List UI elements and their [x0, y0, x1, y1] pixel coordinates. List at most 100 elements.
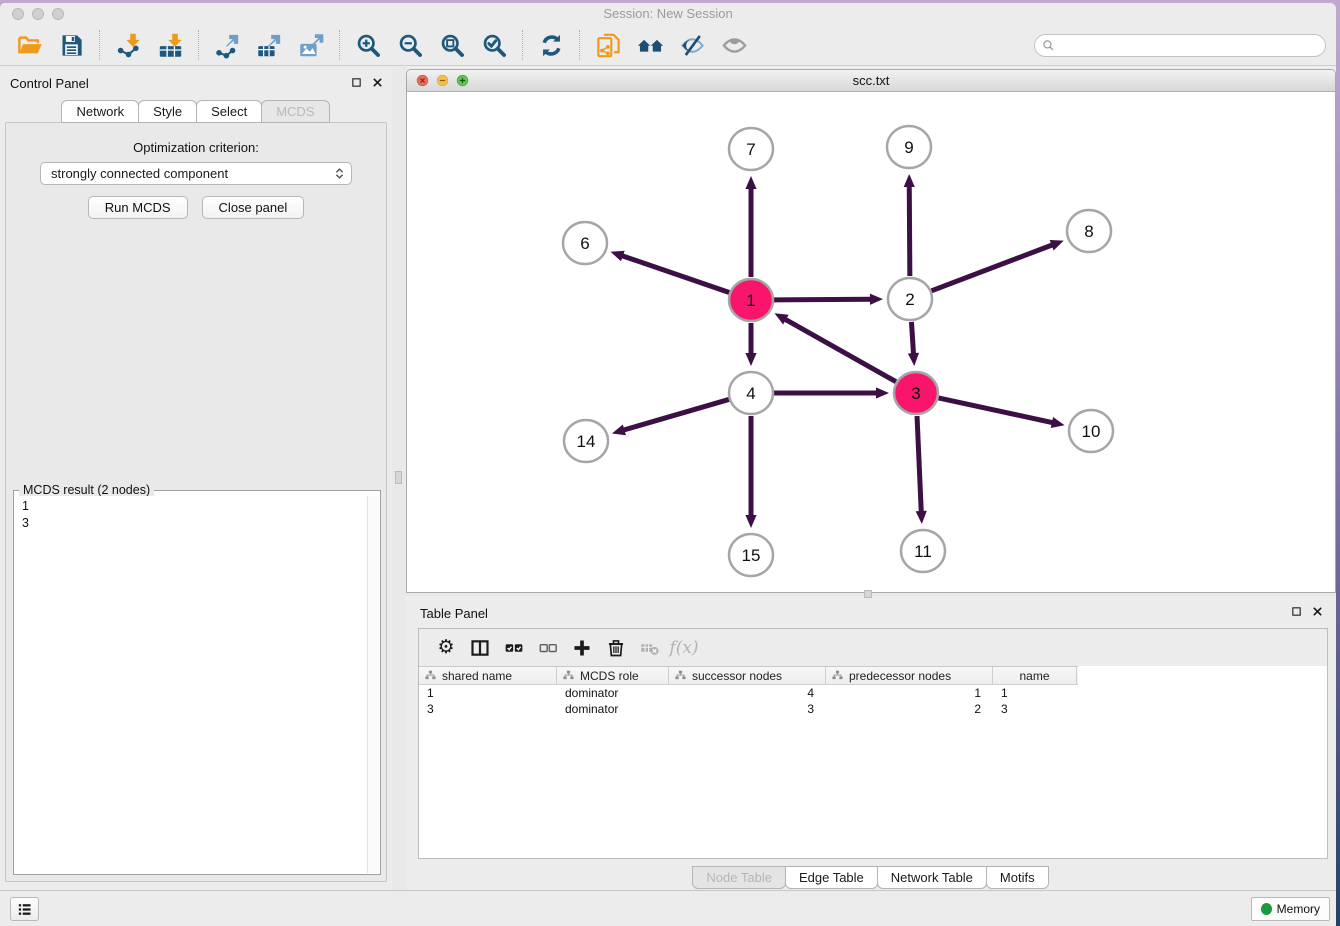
network-edge-1-6[interactable]	[621, 255, 729, 292]
close-network-button[interactable]	[416, 74, 429, 87]
memory-button[interactable]: Memory	[1251, 897, 1330, 921]
table-cell[interactable]: 4	[669, 685, 826, 701]
edge-arrow-icon	[745, 515, 756, 528]
minimize-network-button[interactable]	[436, 74, 449, 87]
zoom-in-button[interactable]	[350, 28, 386, 62]
import-network-button[interactable]	[110, 28, 146, 62]
column-label: name	[1019, 669, 1049, 683]
save-icon	[58, 32, 85, 59]
split-view-button[interactable]	[465, 634, 495, 662]
toolbar-separator	[522, 30, 523, 60]
zoom-window-button[interactable]	[52, 8, 64, 20]
open-session-button[interactable]	[11, 28, 47, 62]
tab-network[interactable]: Network	[61, 100, 139, 123]
close-panel-button[interactable]	[370, 75, 384, 89]
column-label: shared name	[442, 669, 512, 683]
edge-arrow-icon	[904, 174, 915, 187]
tab-node-table[interactable]: Node Table	[692, 866, 786, 889]
network-node-label: 8	[1084, 222, 1093, 241]
main-toolbar	[0, 25, 1336, 66]
column-header-MCDS-role[interactable]: MCDS role	[557, 667, 669, 684]
network-edge-2-8[interactable]	[932, 244, 1054, 290]
show-graphics-button[interactable]	[716, 28, 752, 62]
tab-edge-table[interactable]: Edge Table	[785, 866, 878, 889]
search-box[interactable]	[1034, 34, 1326, 57]
search-input[interactable]	[1055, 36, 1325, 54]
export-table-button[interactable]	[251, 28, 287, 62]
zoom-fit-button[interactable]	[434, 28, 470, 62]
table-cell[interactable]: 2	[826, 701, 993, 717]
save-session-button[interactable]	[53, 28, 89, 62]
zoom-out-button[interactable]	[392, 28, 428, 62]
table-cell[interactable]: 1	[993, 685, 1077, 701]
import-table-button[interactable]	[152, 28, 188, 62]
mcds-result-text[interactable]: 1 3	[15, 496, 367, 873]
mcds-result-title: MCDS result (2 nodes)	[19, 483, 154, 497]
network-edge-3-11[interactable]	[917, 416, 921, 513]
minimize-window-button[interactable]	[32, 8, 44, 20]
float-table-panel-button[interactable]	[1289, 604, 1303, 618]
zoom-network-button[interactable]	[456, 74, 469, 87]
show-task-history-button[interactable]	[10, 897, 39, 921]
tab-select[interactable]: Select	[196, 100, 262, 123]
double-home-button[interactable]	[632, 28, 668, 62]
network-edge-2-9[interactable]	[909, 185, 910, 276]
close-window-button[interactable]	[12, 8, 24, 20]
network-canvas[interactable]: 1234678910111415	[407, 92, 1335, 592]
table-cell[interactable]: 3	[669, 701, 826, 717]
deselect-all-columns-button[interactable]	[533, 634, 563, 662]
table-cell[interactable]: dominator	[557, 685, 669, 701]
float-icon	[1291, 606, 1302, 617]
deselect-all-icon	[538, 638, 558, 658]
column-header-successor-nodes[interactable]: successor nodes	[669, 667, 826, 684]
table-settings-button[interactable]: ⚙	[431, 634, 461, 662]
select-all-columns-button[interactable]	[499, 634, 529, 662]
network-edge-3-10[interactable]	[938, 398, 1053, 423]
memory-label: Memory	[1277, 902, 1320, 916]
refresh-view-button[interactable]	[533, 28, 569, 62]
home-icon	[637, 32, 664, 59]
status-bar: Memory	[0, 890, 1336, 926]
network-node-label: 14	[577, 432, 596, 451]
hide-style-button[interactable]	[674, 28, 710, 62]
table-row[interactable]: 3dominator323	[419, 701, 1078, 717]
result-scrollbar[interactable]	[367, 496, 379, 873]
table-cell[interactable]: dominator	[557, 701, 669, 717]
run-mcds-button[interactable]: Run MCDS	[88, 196, 188, 219]
edge-arrow-icon	[1051, 417, 1065, 428]
optimization-value: strongly connected component	[51, 166, 228, 181]
sitemap-icon	[563, 670, 574, 681]
table-cell[interactable]: 1	[419, 685, 557, 701]
close-mcds-panel-button[interactable]: Close panel	[202, 196, 305, 219]
network-edge-2-3[interactable]	[911, 322, 913, 355]
optimization-select[interactable]: strongly connected component	[40, 162, 352, 185]
zoom-selected-button[interactable]	[476, 28, 512, 62]
float-panel-button[interactable]	[349, 75, 363, 89]
table-cell[interactable]: 3	[419, 701, 557, 717]
tab-motifs[interactable]: Motifs	[986, 866, 1049, 889]
column-header-name[interactable]: name	[993, 667, 1077, 684]
close-table-panel-button[interactable]	[1310, 604, 1324, 618]
table-panel: Table Panel ⚙f(x) shared nameMCDS rolesu…	[406, 596, 1336, 890]
network-edge-3-1[interactable]	[784, 319, 896, 382]
mcds-panel: Optimization criterion: strongly connect…	[5, 122, 387, 882]
tab-mcds[interactable]: MCDS	[261, 100, 329, 123]
network-from-selection-button[interactable]	[590, 28, 626, 62]
table-row[interactable]: 1dominator411	[419, 685, 1078, 701]
delete-column-button[interactable]	[601, 634, 631, 662]
splitter-handle[interactable]	[395, 471, 402, 484]
network-edge-1-2[interactable]	[774, 299, 872, 300]
column-header-predecessor-nodes[interactable]: predecessor nodes	[826, 667, 993, 684]
network-edge-4-14[interactable]	[622, 399, 728, 430]
add-column-button[interactable]	[567, 634, 597, 662]
table-cell[interactable]: 1	[826, 685, 993, 701]
tab-style[interactable]: Style	[138, 100, 197, 123]
tab-network-table[interactable]: Network Table	[877, 866, 987, 889]
vertical-splitter[interactable]	[392, 67, 406, 890]
node-table-container: ⚙f(x) shared nameMCDS rolesuccessor node…	[418, 628, 1328, 859]
table-cell[interactable]: 3	[993, 701, 1077, 717]
export-network-button[interactable]	[209, 28, 245, 62]
export-image-button[interactable]	[293, 28, 329, 62]
column-header-shared-name[interactable]: shared name	[419, 667, 557, 684]
edge-arrow-icon	[908, 353, 919, 366]
